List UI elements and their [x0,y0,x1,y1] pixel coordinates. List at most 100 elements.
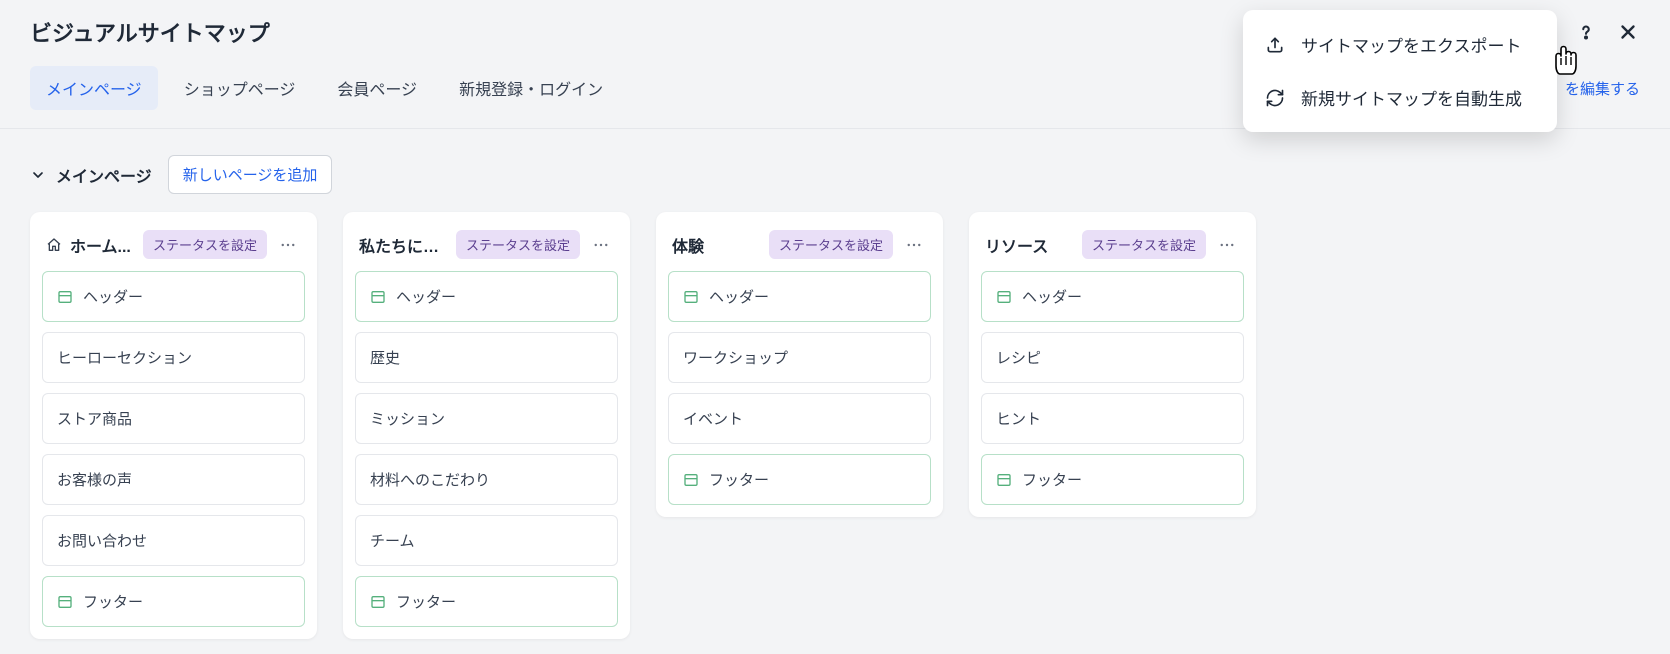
tab-signup-login[interactable]: 新規登録・ログイン [443,66,619,110]
card-more-button[interactable] [275,236,301,254]
page-card: リソース ステータスを設定ヘッダーレシピヒントフッター [969,212,1256,517]
page-title: ビジュアルサイトマップ [30,16,270,48]
section-item-label: 材料へのこだわり [370,469,490,490]
card-title: ホーム... [70,233,131,257]
section-item-label: ヒーローセクション [57,347,192,368]
card-items: ヘッダーワークショップイベントフッター [668,271,931,505]
dropdown-item-label: 新規サイトマップを自動生成 [1301,85,1522,110]
dropdown-item-label: サイトマップをエクスポート [1301,32,1522,57]
section-item-label: フッター [1022,469,1082,490]
section-item[interactable]: ストア商品 [42,393,305,444]
section-item-label: ヘッダー [83,286,143,307]
section-item-label: フッター [396,591,456,612]
card-title: リソース [985,233,1048,257]
more-horizontal-icon [905,236,923,254]
section-item-label: ワークショップ [683,347,788,368]
section-item[interactable]: ヘッダー [981,271,1244,322]
more-horizontal-icon [279,236,297,254]
card-items: ヘッダー歴史ミッション材料へのこだわりチームフッター [355,271,618,627]
section-item-label: お問い合わせ [57,530,147,551]
more-horizontal-icon [1218,236,1236,254]
section-item[interactable]: お客様の声 [42,454,305,505]
section-item[interactable]: フッター [355,576,618,627]
section-item-label: 歴史 [370,347,400,368]
section-item-label: ヘッダー [1022,286,1082,307]
card-header: リソース ステータスを設定 [981,222,1244,271]
card-title: 体験 [672,233,704,257]
layout-icon [370,289,386,305]
help-icon [1575,21,1597,43]
status-badge[interactable]: ステータスを設定 [1082,230,1206,259]
card-header: 体験 ステータスを設定 [668,222,931,271]
tab-member-pages[interactable]: 会員ページ [321,66,433,110]
section-item-label: レシピ [996,347,1041,368]
section-item-label: フッター [709,469,769,490]
status-badge[interactable]: ステータスを設定 [769,230,893,259]
section-item-label: お客様の声 [57,469,132,490]
section-item[interactable]: お問い合わせ [42,515,305,566]
card-more-button[interactable] [901,236,927,254]
card-title-wrap: 私たちにつ... [359,233,448,257]
status-badge[interactable]: ステータスを設定 [143,230,267,259]
layout-icon [57,594,73,610]
card-more-button[interactable] [1214,236,1240,254]
section-item[interactable]: イベント [668,393,931,444]
section-item-label: フッター [83,591,143,612]
section-item[interactable]: ヘッダー [355,271,618,322]
section-item[interactable]: ヒーローセクション [42,332,305,383]
layout-icon [996,289,1012,305]
dropdown-regenerate-sitemap[interactable]: 新規サイトマップを自動生成 [1243,71,1557,124]
close-icon [1617,21,1639,43]
section-item[interactable]: 材料へのこだわり [355,454,618,505]
section-item-label: チーム [370,530,415,551]
help-button[interactable] [1574,20,1598,44]
dropdown-export-sitemap[interactable]: サイトマップをエクスポート [1243,18,1557,71]
section-item[interactable]: ミッション [355,393,618,444]
edit-link[interactable]: を編集する [1565,78,1640,99]
section-title: メインページ [56,163,152,187]
tab-shop-pages[interactable]: ショップページ [168,66,312,110]
page-card: 私たちにつ... ステータスを設定ヘッダー歴史ミッション材料へのこだわりチームフッ… [343,212,630,639]
layout-icon [996,472,1012,488]
add-page-button[interactable]: 新しいページを追加 [168,155,333,194]
section-item-label: ストア商品 [57,408,132,429]
section-item[interactable]: 歴史 [355,332,618,383]
page-card: ホーム... ステータスを設定ヘッダーヒーローセクションストア商品お客様の声お問い… [30,212,317,639]
layout-icon [683,289,699,305]
tabs: メインページ ショップページ 会員ページ 新規登録・ログイン [30,66,619,110]
card-items: ヘッダーヒーローセクションストア商品お客様の声お問い合わせフッター [42,271,305,627]
card-title-wrap: リソース [985,233,1074,257]
cards-row: ホーム... ステータスを設定ヘッダーヒーローセクションストア商品お客様の声お問い… [0,212,1670,639]
close-button[interactable] [1616,20,1640,44]
chevron-down-icon [30,167,46,183]
layout-icon [683,472,699,488]
card-title-wrap: ホーム... [46,233,135,257]
card-title-wrap: 体験 [672,233,761,257]
section-item-label: ヘッダー [396,286,456,307]
card-more-button[interactable] [588,236,614,254]
card-items: ヘッダーレシピヒントフッター [981,271,1244,505]
tab-main-pages[interactable]: メインページ [30,66,158,110]
section-item[interactable]: ヘッダー [42,271,305,322]
home-icon [46,237,62,253]
more-horizontal-icon [592,236,610,254]
card-title: 私たちにつ... [359,233,448,257]
section-item[interactable]: フッター [981,454,1244,505]
export-icon [1265,35,1285,55]
section-item[interactable]: レシピ [981,332,1244,383]
status-badge[interactable]: ステータスを設定 [456,230,580,259]
section-item-label: ミッション [370,408,445,429]
refresh-icon [1265,88,1285,108]
card-header: ホーム... ステータスを設定 [42,222,305,271]
section-item[interactable]: フッター [42,576,305,627]
section-item-label: ヘッダー [709,286,769,307]
section-item-label: イベント [683,408,743,429]
section-item[interactable]: ワークショップ [668,332,931,383]
section-item[interactable]: ヒント [981,393,1244,444]
section-item[interactable]: ヘッダー [668,271,931,322]
layout-icon [370,594,386,610]
section-item[interactable]: チーム [355,515,618,566]
section-item[interactable]: フッター [668,454,931,505]
section-collapse-toggle[interactable]: メインページ [30,163,152,187]
more-options-dropdown: サイトマップをエクスポート 新規サイトマップを自動生成 [1243,10,1557,132]
